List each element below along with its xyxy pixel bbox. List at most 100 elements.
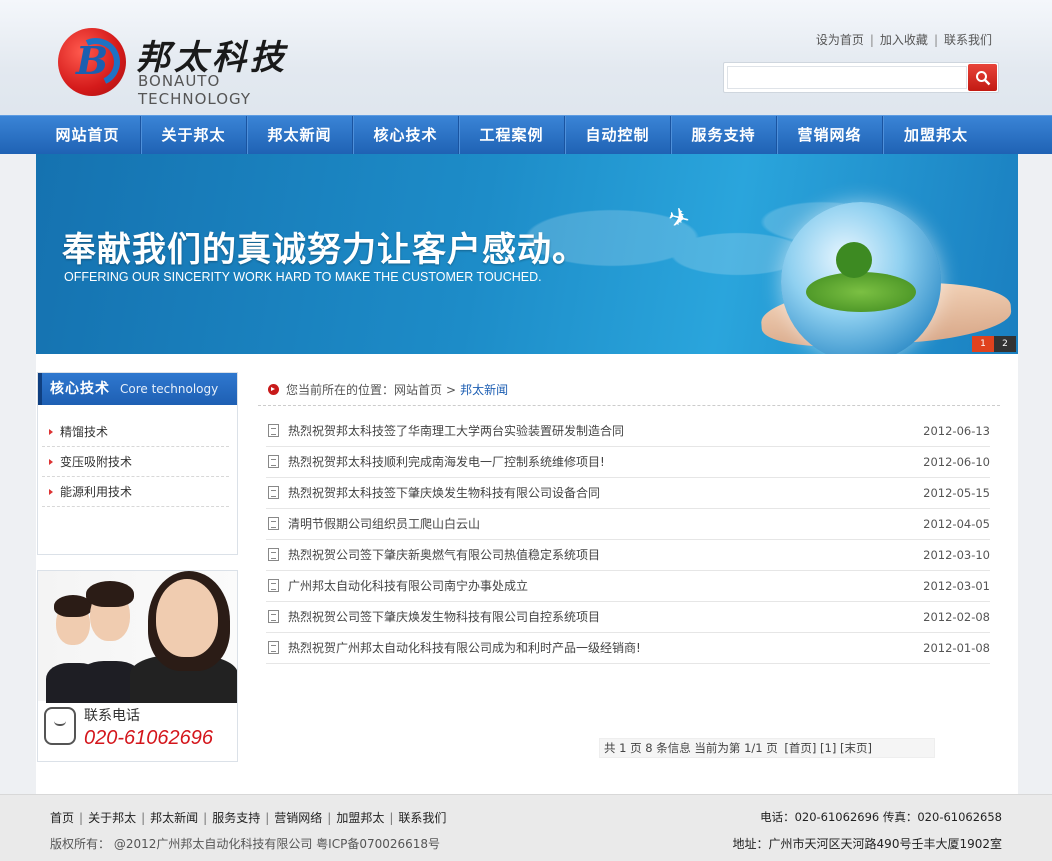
news-date: 2012-06-10 [923,455,990,469]
news-title[interactable]: 热烈祝贺邦太科技签下肇庆焕发生物科技有限公司设备合同 [288,486,600,500]
banner-dot-1[interactable]: 1 [972,336,994,352]
breadcrumb-home-link[interactable]: 网站首页 [394,383,442,397]
search-box [723,62,999,93]
nav-item-core-tech[interactable]: 核心技术 [353,116,459,154]
divider: | [265,811,270,825]
main-nav: 网站首页 关于邦太 邦太新闻 核心技术 工程案例 自动控制 服务支持 营销网络 … [0,115,1052,154]
footer-address: 地址：广州市天河区天河路490号壬丰大厦1902室 [732,837,1002,851]
logo-text-en: BONAUTO TECHNOLOGY [138,72,252,108]
nav-item-support[interactable]: 服务支持 [671,116,777,154]
news-item[interactable]: 热烈祝贺邦太科技顺利完成南海发电一厂控制系统维修项目! 2012-06-10 [266,447,990,478]
news-item[interactable]: 广州邦太自动化科技有限公司南宁办事处成立 2012-03-01 [266,571,990,602]
banner-subtitle: OFFERING OUR SINCERITY WORK HARD TO MAKE… [64,270,542,284]
breadcrumb-prefix: 您当前所在的位置： [286,383,395,397]
document-icon [268,610,279,623]
logo-mark-icon: B [58,28,127,96]
top-links: 设为首页 | 加入收藏 | 联系我们 [816,31,992,48]
document-icon [268,579,279,592]
last-page-link[interactable]: [末页] [840,741,872,755]
banner-title: 奉献我们的真诚努力让客户感动。 [62,230,587,270]
document-icon [268,424,279,437]
footer-link-support[interactable]: 服务支持 [212,811,260,825]
document-icon [268,517,279,530]
footer-link-about[interactable]: 关于邦太 [88,811,136,825]
customer-service-photo [38,571,237,703]
footer-link-sales[interactable]: 营销网络 [274,811,322,825]
news-date: 2012-04-05 [923,517,990,531]
add-favorite-link[interactable]: 加入收藏 [880,33,928,47]
news-title[interactable]: 热烈祝贺公司签下肇庆新奥燃气有限公司热值稳定系统项目 [288,548,600,562]
news-title[interactable]: 热烈祝贺公司签下肇庆焕发生物科技有限公司自控系统项目 [288,610,600,624]
first-page-link[interactable]: [首页] [784,741,816,755]
pagination-info: 共 1 页 8 条信息 当前为第 1/1 页 [604,741,778,755]
sidebar-item-energy[interactable]: 能源利用技术 [42,477,229,507]
search-button[interactable] [968,64,997,91]
footer-phone-fax: 电话：020-61062696 传真：020-61062658 [760,810,1002,824]
news-item[interactable]: 热烈祝贺公司签下肇庆新奥燃气有限公司热值稳定系统项目 2012-03-10 [266,540,990,571]
news-title[interactable]: 热烈祝贺邦太科技签了华南理工大学两台实验装置研发制造合同 [288,424,624,438]
page-1-link[interactable]: [1] [820,741,836,755]
contact-phone: 020-61062696 [84,727,214,749]
news-list: 热烈祝贺邦太科技签了华南理工大学两台实验装置研发制造合同 2012-06-13 热… [266,416,990,664]
location-icon [268,384,279,395]
divider: | [79,811,84,825]
banner-pagination: 1 2 [972,336,1016,352]
news-title[interactable]: 热烈祝贺广州邦太自动化科技有限公司成为和利时产品一级经销商! [288,641,641,655]
divider: | [141,811,146,825]
footer-link-contact[interactable]: 联系我们 [398,811,446,825]
sidebar-title-cn: 核心技术 [50,381,110,397]
globe-image [781,202,941,354]
breadcrumb-separator: > [446,383,457,397]
footer-link-join[interactable]: 加盟邦太 [336,811,384,825]
footer-link-news[interactable]: 邦太新闻 [150,811,198,825]
news-date: 2012-03-01 [923,579,990,593]
footer: 首页 | 关于邦太 | 邦太新闻 | 服务支持 | 营销网络 | 加盟邦太 | 联系我们 版权所有： @… [0,794,1052,861]
nav-item-join[interactable]: 加盟邦太 [883,116,989,154]
nav-item-home[interactable]: 网站首页 [35,116,141,154]
news-item[interactable]: 清明节假期公司组织员工爬山白云山 2012-04-05 [266,509,990,540]
nav-item-news[interactable]: 邦太新闻 [247,116,353,154]
breadcrumb-current[interactable]: 邦太新闻 [460,383,508,397]
news-item[interactable]: 热烈祝贺邦太科技签下肇庆焕发生物科技有限公司设备合同 2012-05-15 [266,478,990,509]
divider: | [389,811,394,825]
breadcrumb: 您当前所在的位置：网站首页 > 邦太新闻 [258,378,1000,406]
divider: | [869,33,874,47]
nav-item-about[interactable]: 关于邦太 [141,116,247,154]
sidebar: 核心技术 Core technology 精馏技术 变压吸附技术 能源利用技术 [37,372,238,555]
header: B 邦太科技 BONAUTO TECHNOLOGY 设为首页 | 加入收藏 | 联系我们 [0,0,1052,115]
sidebar-title: 核心技术 Core technology [38,373,237,405]
news-date: 2012-03-10 [923,548,990,562]
set-homepage-link[interactable]: 设为首页 [816,33,864,47]
contact-us-link[interactable]: 联系我们 [944,33,992,47]
news-date: 2012-01-08 [923,641,990,655]
footer-link-home[interactable]: 首页 [50,811,74,825]
news-title[interactable]: 清明节假期公司组织员工爬山白云山 [288,517,480,531]
news-item[interactable]: 热烈祝贺邦太科技签了华南理工大学两台实验装置研发制造合同 2012-06-13 [266,416,990,447]
document-icon [268,486,279,499]
document-icon [268,548,279,561]
nav-item-cases[interactable]: 工程案例 [459,116,565,154]
divider: | [203,811,208,825]
divider: | [933,33,938,47]
main-content: 核心技术 Core technology 精馏技术 变压吸附技术 能源利用技术 联… [36,354,1018,794]
news-date: 2012-06-13 [923,424,990,438]
news-item[interactable]: 热烈祝贺公司签下肇庆焕发生物科技有限公司自控系统项目 2012-02-08 [266,602,990,633]
nav-item-sales-network[interactable]: 营销网络 [777,116,883,154]
sidebar-title-en: Core technology [120,382,219,396]
phone-face-icon [44,707,76,745]
sidebar-item-distillation[interactable]: 精馏技术 [42,417,229,447]
document-icon [268,455,279,468]
logo[interactable]: B 邦太科技 BONAUTO TECHNOLOGY [58,28,318,108]
search-input[interactable] [727,66,967,89]
nav-item-automation[interactable]: 自动控制 [565,116,671,154]
banner-dot-2[interactable]: 2 [994,336,1016,352]
contact-label: 联系电话 [84,708,140,724]
news-date: 2012-02-08 [923,610,990,624]
sidebar-item-psa[interactable]: 变压吸附技术 [42,447,229,477]
footer-links: 首页 | 关于邦太 | 邦太新闻 | 服务支持 | 营销网络 | 加盟邦太 | 联系我们 [50,809,446,826]
pagination: 共 1 页 8 条信息 当前为第 1/1 页 [首页] [1] [末页] [599,738,935,758]
news-item[interactable]: 热烈祝贺广州邦太自动化科技有限公司成为和利时产品一级经销商! 2012-01-08 [266,633,990,664]
news-title[interactable]: 热烈祝贺邦太科技顺利完成南海发电一厂控制系统维修项目! [288,455,605,469]
news-title[interactable]: 广州邦太自动化科技有限公司南宁办事处成立 [288,579,528,593]
contact-box[interactable]: 联系电话 020-61062696 [37,570,238,762]
